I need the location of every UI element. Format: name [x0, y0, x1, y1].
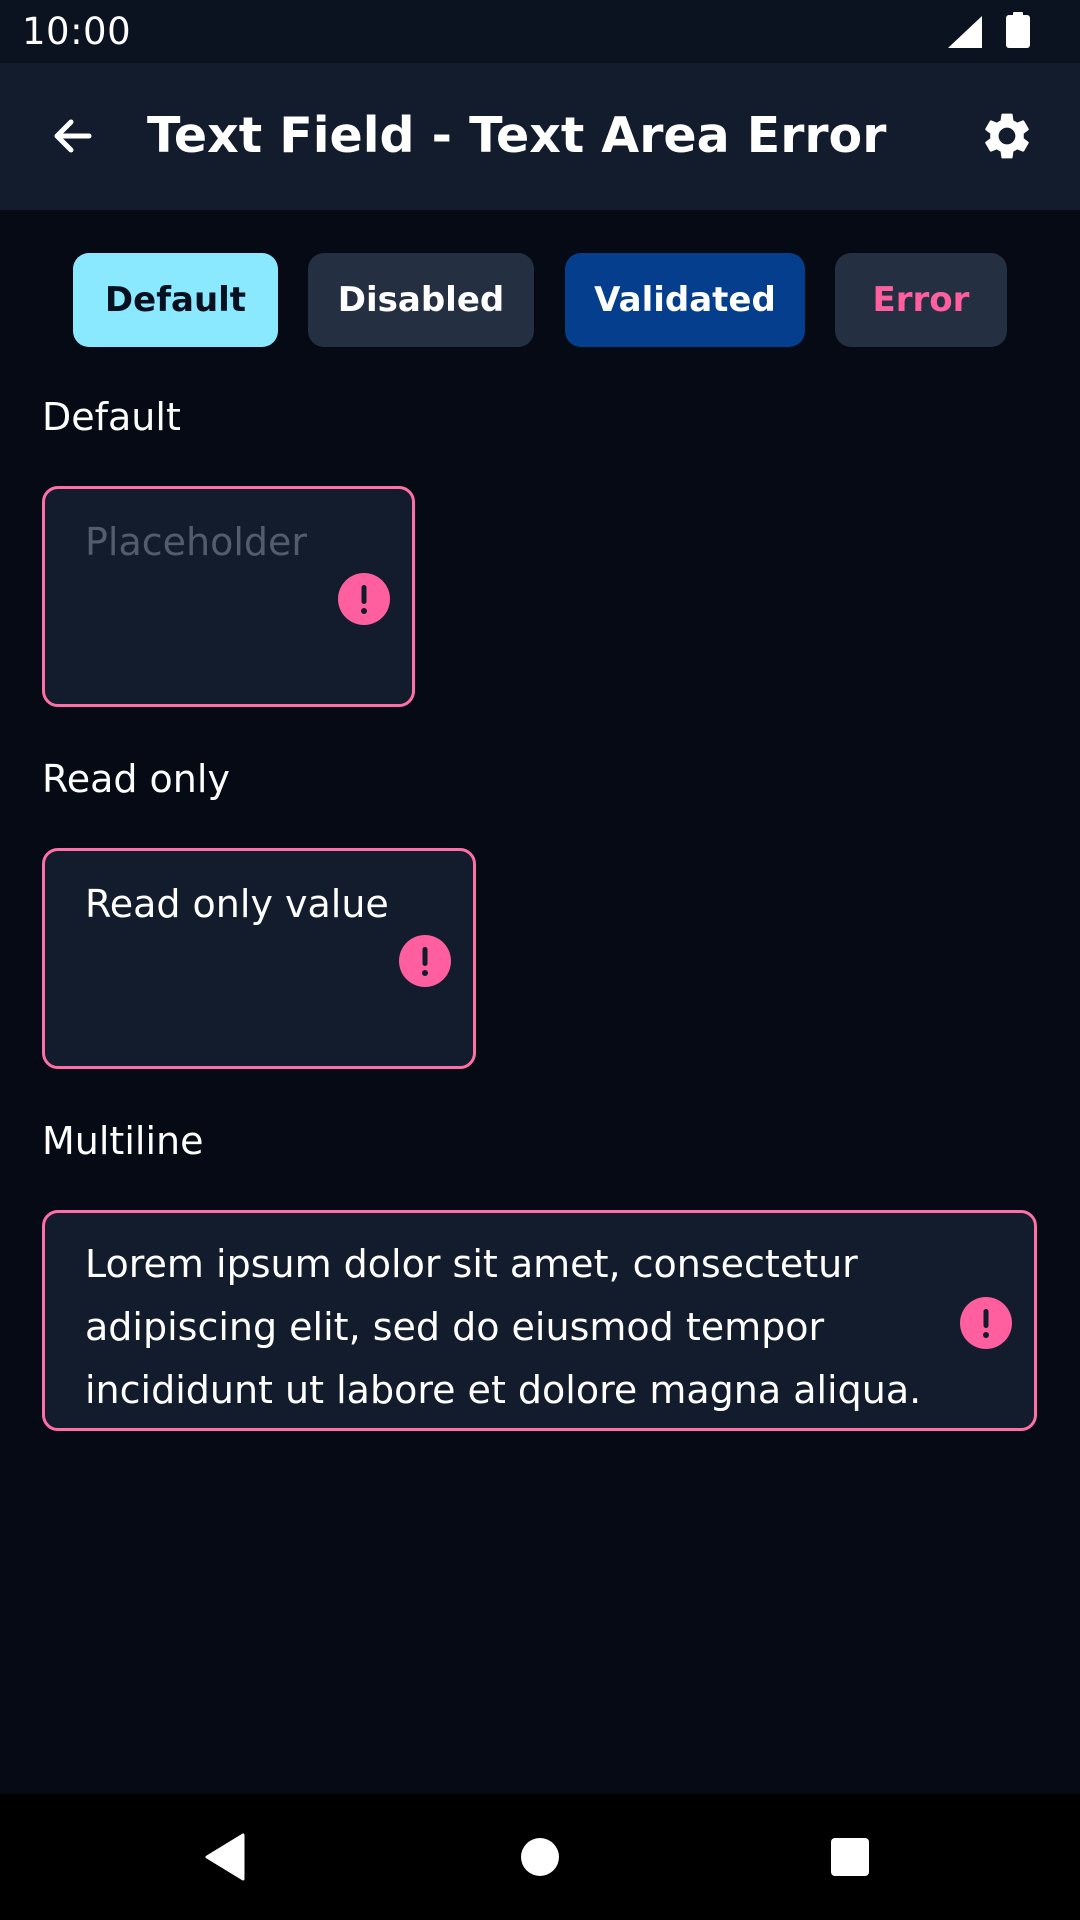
- nav-back-triangle-icon: [205, 1833, 245, 1881]
- nav-home-circle-icon: [521, 1838, 559, 1876]
- back-button[interactable]: [40, 103, 106, 169]
- chip-validated[interactable]: Validated: [565, 253, 805, 347]
- navigation-bar: [0, 1794, 1080, 1920]
- text-area-read-only[interactable]: Read only value: [42, 848, 476, 1069]
- section-label-multiline: Multiline: [42, 1119, 204, 1163]
- page-title: Text Field - Text Area Error: [147, 107, 887, 164]
- nav-home-button[interactable]: [505, 1822, 575, 1892]
- error-icon: [960, 1297, 1012, 1349]
- chip-error[interactable]: Error: [835, 253, 1007, 347]
- section-label-default: Default: [42, 395, 181, 439]
- status-bar: 10:00: [0, 0, 1080, 63]
- nav-recents-button[interactable]: [815, 1822, 885, 1892]
- nav-back-button[interactable]: [190, 1822, 260, 1892]
- section-label-read-only: Read only: [42, 757, 230, 801]
- gear-icon: [985, 113, 1029, 159]
- text-area-value: Read only value: [85, 882, 389, 926]
- signal-icon: [948, 16, 982, 48]
- battery-icon: [1006, 12, 1030, 48]
- text-area-value: Lorem ipsum dolor sit amet, consectetur …: [85, 1242, 922, 1412]
- arrow-left-icon: [54, 119, 92, 153]
- nav-recents-square-icon: [831, 1838, 869, 1876]
- chip-default[interactable]: Default: [73, 253, 278, 347]
- chip-disabled[interactable]: Disabled: [308, 253, 534, 347]
- text-area-default[interactable]: Placeholder: [42, 486, 415, 707]
- screen: 10:00 Text Field - Text Area Error Defau…: [0, 0, 1080, 1920]
- app-bar: Text Field - Text Area Error: [0, 63, 1080, 210]
- error-icon: [338, 573, 390, 625]
- error-icon: [399, 935, 451, 987]
- settings-button[interactable]: [974, 103, 1040, 169]
- status-time: 10:00: [22, 10, 132, 53]
- text-area-placeholder: Placeholder: [85, 520, 308, 564]
- text-area-multiline[interactable]: Lorem ipsum dolor sit amet, consectetur …: [42, 1210, 1037, 1431]
